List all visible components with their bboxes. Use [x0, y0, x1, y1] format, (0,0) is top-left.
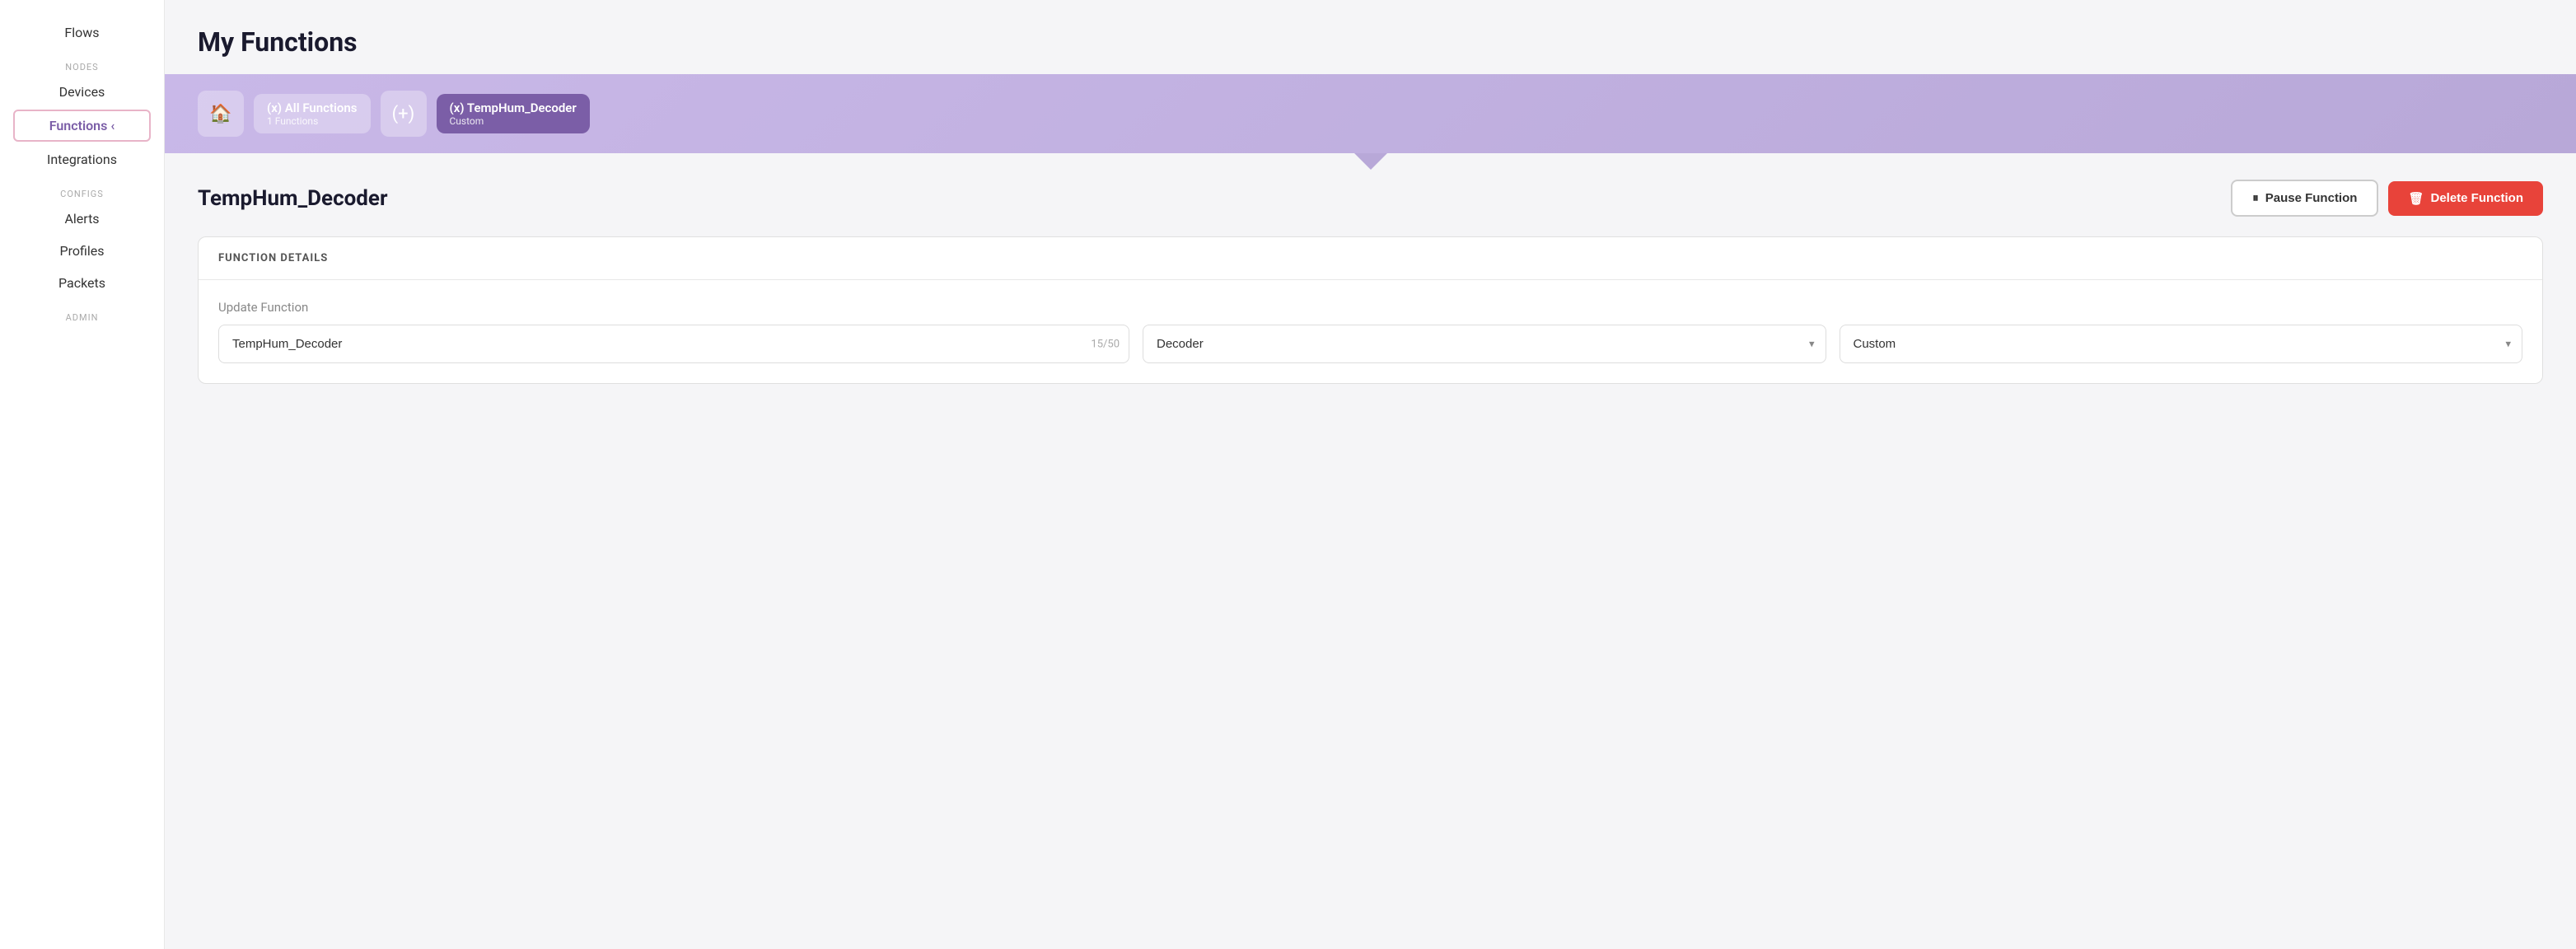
- update-function-label: Update Function: [218, 300, 2522, 315]
- sidebar-item-flows[interactable]: Flows: [0, 16, 164, 49]
- card-section-header: FUNCTION DETAILS: [199, 237, 2542, 280]
- breadcrumb-all-functions-sub: 1 Functions: [267, 115, 358, 127]
- pause-function-button[interactable]: ⏸ Pause Function: [2231, 180, 2378, 217]
- breadcrumb-add-button[interactable]: (+): [381, 91, 427, 137]
- breadcrumb-active-sub: Custom: [450, 115, 577, 127]
- sidebar-item-devices[interactable]: Devices: [0, 76, 164, 108]
- sidebar-item-alerts[interactable]: Alerts: [0, 203, 164, 235]
- header-actions: ⏸ Pause Function 🗑 Delete Function: [2231, 180, 2543, 217]
- main-content: My Functions 🏠 (x) All Functions 1 Funct…: [165, 0, 2576, 949]
- content-area: TempHum_Decoder ⏸ Pause Function 🗑 Delet…: [165, 153, 2576, 949]
- function-name-input[interactable]: [218, 325, 1129, 363]
- function-header: TempHum_Decoder ⏸ Pause Function 🗑 Delet…: [198, 180, 2543, 217]
- page-header: My Functions: [165, 0, 2576, 74]
- sidebar-item-packets[interactable]: Packets: [0, 267, 164, 299]
- char-count: 15/50: [1091, 338, 1120, 350]
- trash-icon: 🗑: [2408, 191, 2424, 206]
- card-body: Update Function 15/50 Decoder Encoder Co…: [199, 280, 2542, 383]
- sidebar-item-integrations[interactable]: Integrations: [0, 143, 164, 175]
- sidebar-item-functions[interactable]: Functions ‹: [13, 110, 151, 142]
- breadcrumb-all-functions[interactable]: (x) All Functions 1 Functions: [254, 94, 371, 133]
- sidebar: Flows NODES Devices Functions ‹ Integrat…: [0, 0, 165, 949]
- breadcrumb-active-function[interactable]: (x) TempHum_Decoder Custom: [437, 94, 590, 133]
- delete-function-button[interactable]: 🗑 Delete Function: [2388, 181, 2543, 216]
- breadcrumb-arrow: [1354, 153, 1387, 170]
- form-row: 15/50 Decoder Encoder Converter ▾ Custom: [218, 325, 2522, 363]
- home-icon: 🏠: [209, 104, 231, 124]
- function-type-select[interactable]: Decoder Encoder Converter: [1143, 325, 1826, 363]
- function-category-wrapper: Custom Default Template ▾: [1840, 325, 2523, 363]
- sidebar-item-profiles[interactable]: Profiles: [0, 235, 164, 267]
- sidebar-section-nodes: NODES: [0, 49, 164, 76]
- sidebar-section-configs: CONFIGS: [0, 175, 164, 203]
- function-category-select[interactable]: Custom Default Template: [1840, 325, 2523, 363]
- function-details-card: FUNCTION DETAILS Update Function 15/50 D…: [198, 236, 2543, 384]
- function-title: TempHum_Decoder: [198, 186, 388, 211]
- breadcrumb-active-label: (x) TempHum_Decoder: [450, 101, 577, 115]
- breadcrumb-all-functions-label: (x) All Functions: [267, 101, 358, 115]
- add-icon: (+): [392, 104, 415, 124]
- function-name-wrapper: 15/50: [218, 325, 1129, 363]
- breadcrumb-banner: 🏠 (x) All Functions 1 Functions (+) (x) …: [165, 74, 2576, 153]
- pause-icon: ⏸: [2252, 191, 2259, 205]
- function-type-wrapper: Decoder Encoder Converter ▾: [1143, 325, 1826, 363]
- sidebar-section-admin: ADMIN: [0, 299, 164, 326]
- breadcrumb-home[interactable]: 🏠: [198, 91, 244, 137]
- page-title: My Functions: [198, 26, 2543, 58]
